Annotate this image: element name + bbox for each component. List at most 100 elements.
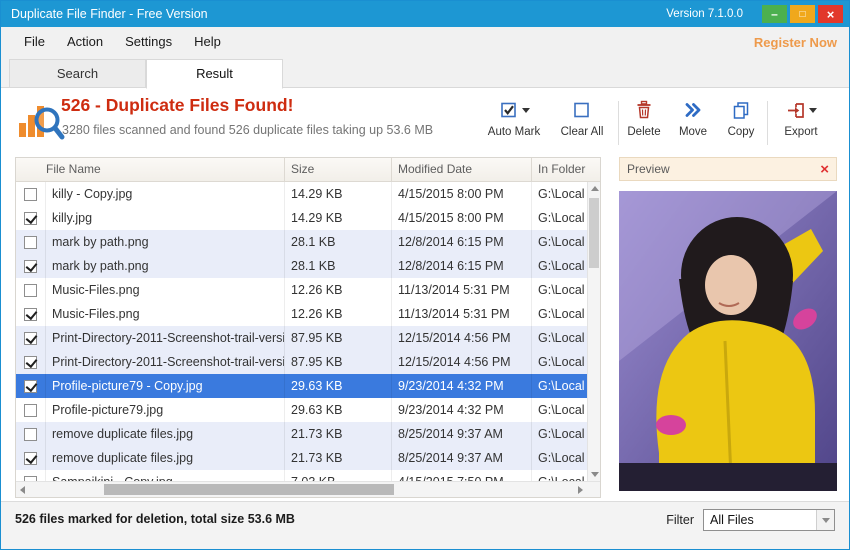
row-checkbox[interactable] [24, 380, 37, 393]
cell-modified: 8/25/2014 9:37 AM [392, 422, 532, 446]
export-icon [786, 100, 806, 120]
cell-modified: 12/8/2014 6:15 PM [392, 254, 532, 278]
row-checkbox[interactable] [24, 236, 37, 249]
table-row[interactable]: Sampaikini - Copy.jpg 7.03 KB 4/15/2015 … [16, 470, 587, 481]
menu-file[interactable]: File [13, 27, 56, 57]
row-checkbox[interactable] [24, 284, 37, 297]
preview-title: Preview [627, 162, 670, 176]
table-row[interactable]: Profile-picture79 - Copy.jpg 29.63 KB 9/… [16, 374, 587, 398]
preview-image [619, 191, 837, 491]
table-row[interactable]: remove duplicate files.jpg 21.73 KB 8/25… [16, 422, 587, 446]
register-now-link[interactable]: Register Now [754, 35, 837, 50]
copy-label: Copy [728, 126, 755, 138]
menu-action[interactable]: Action [56, 27, 114, 57]
cell-name: killy - Copy.jpg [46, 182, 285, 206]
tab-search[interactable]: Search [9, 59, 146, 87]
row-checkbox-cell [16, 206, 46, 230]
cell-size: 28.1 KB [285, 254, 392, 278]
row-checkbox[interactable] [24, 428, 37, 441]
preview-close-icon[interactable]: × [820, 162, 829, 177]
checked-checkbox-icon [499, 100, 519, 120]
scan-results-icon [17, 97, 65, 141]
row-checkbox[interactable] [24, 356, 37, 369]
minimize-button[interactable]: – [762, 5, 787, 23]
cell-name: Profile-picture79.jpg [46, 398, 285, 422]
clear-all-label: Clear All [561, 126, 604, 138]
horizontal-scrollbar[interactable] [16, 481, 600, 497]
title-bar: Duplicate File Finder - Free Version Ver… [1, 1, 849, 27]
vertical-scrollbar-thumb[interactable] [589, 198, 599, 268]
column-header-modified-date[interactable]: Modified Date [392, 158, 532, 181]
column-header-in-folder[interactable]: In Folder [532, 158, 600, 181]
filter-dropdown-caret-icon[interactable] [816, 510, 834, 530]
cell-name: Music-Files.png [46, 278, 285, 302]
cell-modified: 12/15/2014 4:56 PM [392, 326, 532, 350]
double-chevron-right-icon [683, 100, 703, 120]
cell-modified: 9/23/2014 4:32 PM [392, 398, 532, 422]
cell-modified: 12/15/2014 4:56 PM [392, 350, 532, 374]
row-checkbox[interactable] [24, 404, 37, 417]
row-checkbox[interactable] [24, 332, 37, 345]
column-header-file-name[interactable]: File Name [16, 158, 285, 181]
row-checkbox-cell [16, 230, 46, 254]
auto-mark-button[interactable]: Auto Mark [483, 100, 545, 138]
cell-size: 29.63 KB [285, 374, 392, 398]
cell-size: 28.1 KB [285, 230, 392, 254]
horizontal-scrollbar-thumb[interactable] [104, 484, 394, 495]
table-row[interactable]: Print-Directory-2011-Screenshot-trail-ve… [16, 350, 587, 374]
export-dropdown-caret-icon[interactable] [809, 108, 817, 113]
table-row[interactable]: mark by path.png 28.1 KB 12/8/2014 6:15 … [16, 254, 587, 278]
move-button[interactable]: Move [671, 100, 715, 138]
vertical-scrollbar[interactable] [587, 182, 600, 481]
close-button[interactable]: × [818, 5, 843, 23]
table-row[interactable]: Music-Files.png 12.26 KB 11/13/2014 5:31… [16, 302, 587, 326]
cell-modified: 8/25/2014 9:37 AM [392, 446, 532, 470]
cell-size: 87.95 KB [285, 350, 392, 374]
cell-folder: G:\Local Dis [532, 422, 587, 446]
cell-folder: G:\Local Dis [532, 254, 587, 278]
copy-button[interactable]: Copy [719, 100, 763, 138]
cell-name: mark by path.png [46, 230, 285, 254]
maximize-button[interactable]: □ [790, 5, 815, 23]
table-row[interactable]: killy - Copy.jpg 14.29 KB 4/15/2015 8:00… [16, 182, 587, 206]
tab-strip: Search Result [1, 57, 849, 88]
menu-settings[interactable]: Settings [114, 27, 183, 57]
table-row[interactable]: Print-Directory-2011-Screenshot-trail-ve… [16, 326, 587, 350]
scroll-up-icon[interactable] [588, 182, 601, 195]
delete-button[interactable]: Delete [623, 100, 665, 138]
cell-folder: G:\Local Dis [532, 470, 587, 481]
cell-name: mark by path.png [46, 254, 285, 278]
cell-name: remove duplicate files.jpg [46, 422, 285, 446]
scroll-down-icon[interactable] [588, 468, 601, 481]
row-checkbox-cell [16, 302, 46, 326]
table-row[interactable]: remove duplicate files.jpg 21.73 KB 8/25… [16, 446, 587, 470]
row-checkbox[interactable] [24, 308, 37, 321]
export-button[interactable]: Export [773, 100, 829, 138]
row-checkbox[interactable] [24, 452, 37, 465]
cell-size: 12.26 KB [285, 302, 392, 326]
scroll-right-icon[interactable] [574, 483, 587, 496]
cell-folder: G:\Local Dis [532, 446, 587, 470]
marked-files-status: 526 files marked for deletion, total siz… [15, 512, 295, 526]
tab-result[interactable]: Result [146, 59, 283, 89]
table-row[interactable]: killy.jpg 14.29 KB 4/15/2015 8:00 PM G:\… [16, 206, 587, 230]
table-row[interactable]: mark by path.png 28.1 KB 12/8/2014 6:15 … [16, 230, 587, 254]
filter-dropdown[interactable]: All Files [703, 509, 835, 531]
row-checkbox[interactable] [24, 260, 37, 273]
cell-name: Music-Files.png [46, 302, 285, 326]
cell-modified: 11/13/2014 5:31 PM [392, 278, 532, 302]
export-label: Export [784, 126, 817, 138]
column-header-size[interactable]: Size [285, 158, 392, 181]
scroll-left-icon[interactable] [16, 483, 29, 496]
clear-all-button[interactable]: Clear All [553, 100, 611, 138]
table-row[interactable]: Music-Files.png 12.26 KB 11/13/2014 5:31… [16, 278, 587, 302]
move-label: Move [679, 126, 707, 138]
menu-help[interactable]: Help [183, 27, 232, 57]
preview-panel: Preview × [619, 157, 837, 502]
auto-mark-dropdown-caret-icon[interactable] [522, 108, 530, 113]
cell-folder: G:\Local Dis [532, 182, 587, 206]
row-checkbox[interactable] [24, 212, 37, 225]
cell-folder: G:\Local Dis [532, 302, 587, 326]
table-row[interactable]: Profile-picture79.jpg 29.63 KB 9/23/2014… [16, 398, 587, 422]
row-checkbox[interactable] [24, 188, 37, 201]
